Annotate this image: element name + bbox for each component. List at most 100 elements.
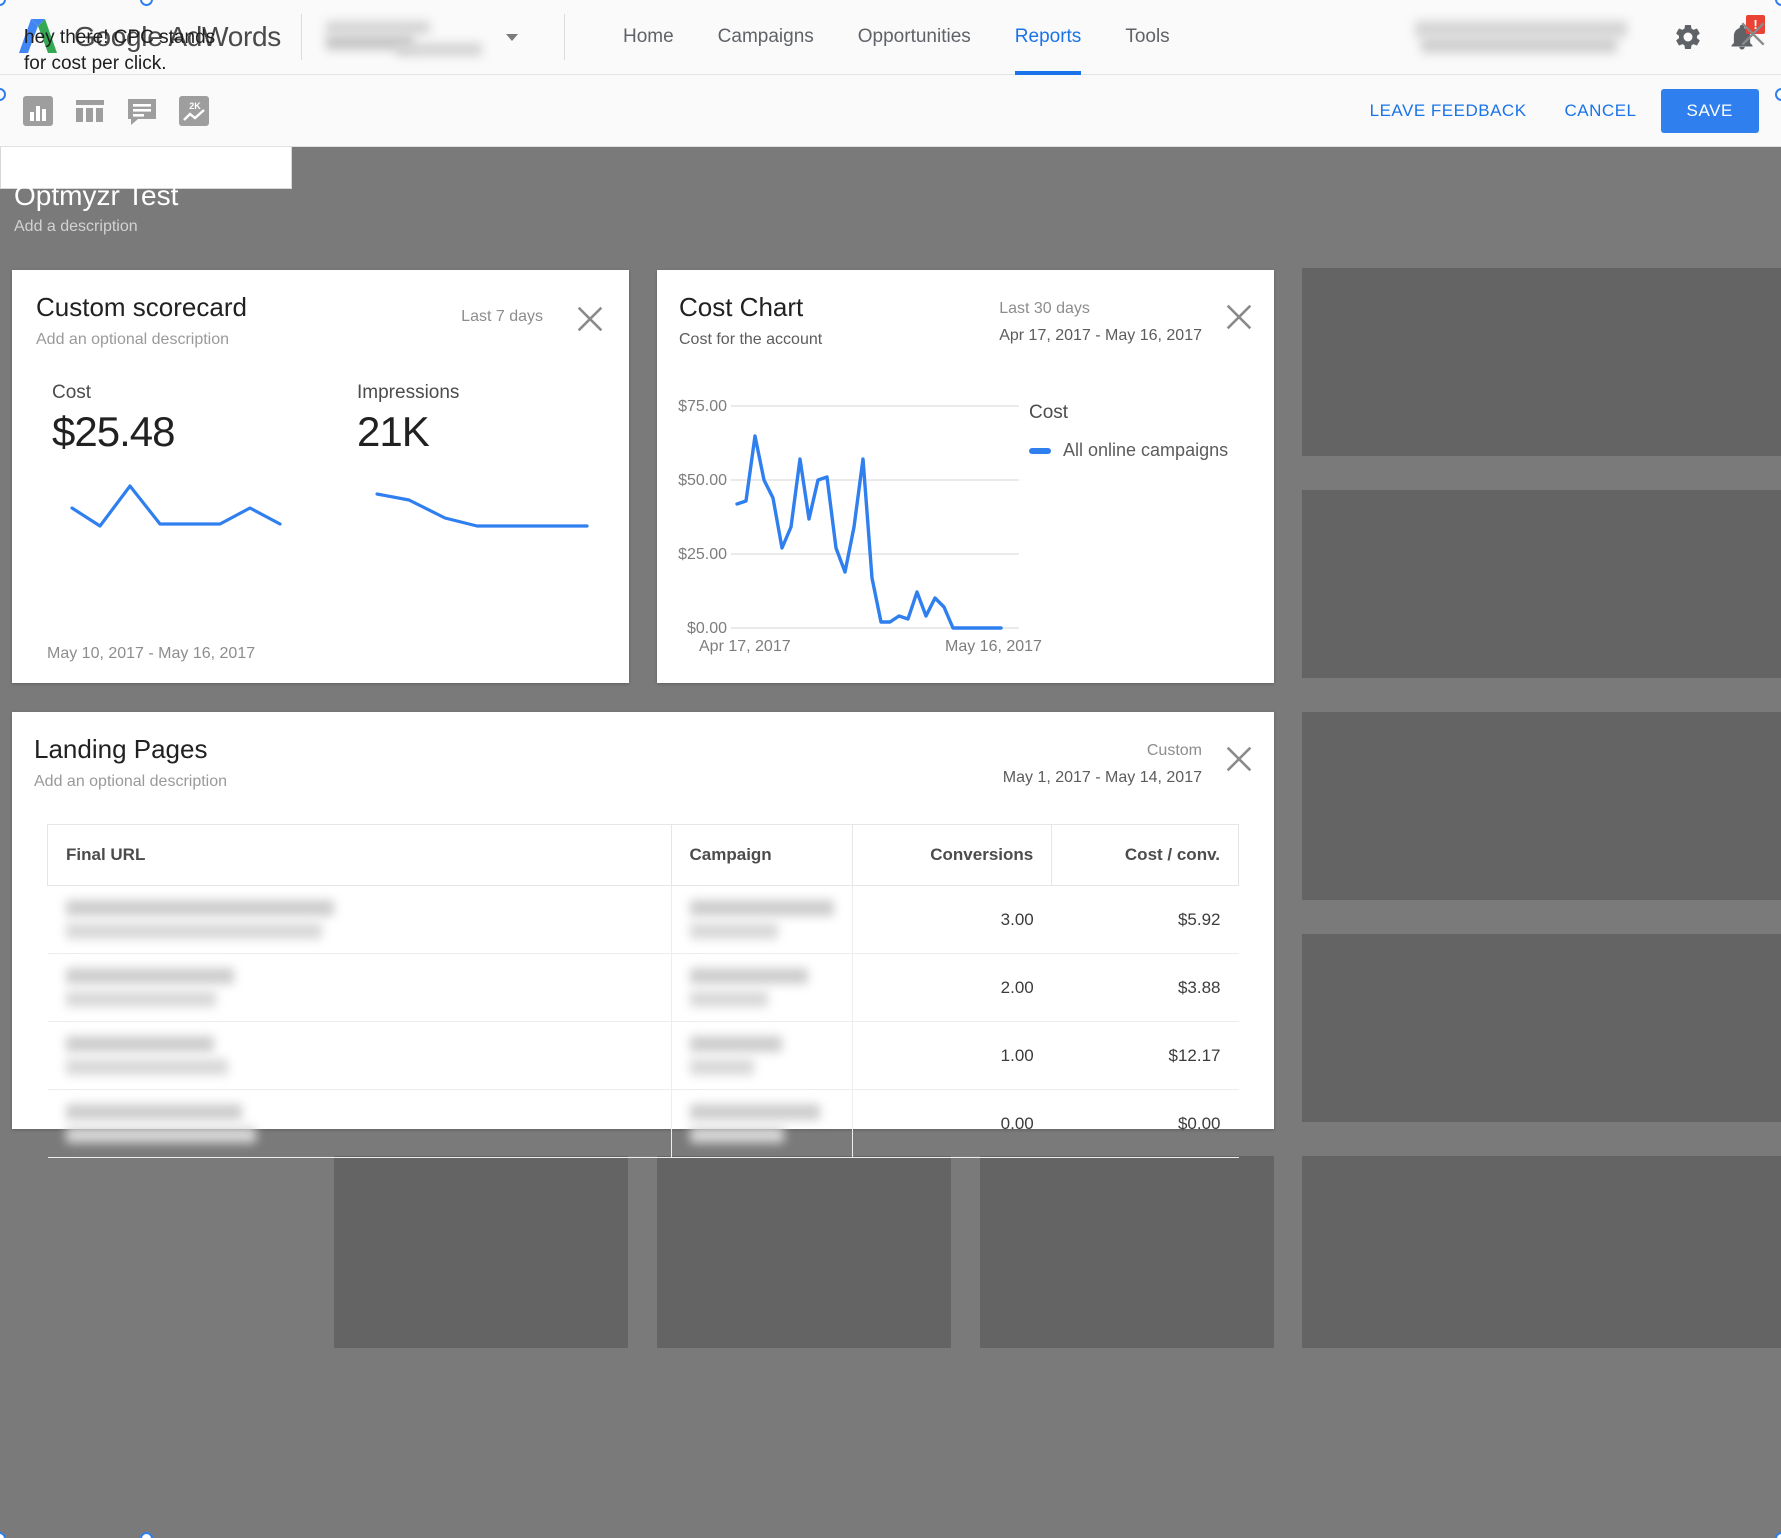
scorecard-date-range: May 10, 2017 - May 16, 2017 bbox=[47, 645, 256, 662]
cost-chart-subtitle[interactable]: Cost for the account bbox=[679, 331, 822, 349]
widget-placeholder bbox=[657, 1156, 951, 1348]
table-icon[interactable] bbox=[72, 93, 108, 129]
landing-pages-description-placeholder[interactable]: Add an optional description bbox=[34, 773, 227, 791]
close-icon[interactable] bbox=[1222, 742, 1256, 776]
nav-divider-2 bbox=[563, 14, 565, 60]
nav-link-opportunities[interactable]: Opportunities bbox=[836, 0, 993, 75]
y-axis-tick-25: $25.00 bbox=[678, 546, 727, 563]
column-header-cost-per-conv[interactable]: Cost / conv. bbox=[1051, 824, 1239, 886]
gear-icon bbox=[1676, 24, 1700, 50]
scorecard-metric-cost: Cost $25.48 bbox=[52, 382, 297, 551]
leave-feedback-button[interactable]: LEAVE FEEDBACK bbox=[1356, 91, 1541, 131]
cell-conversions: 3.00 bbox=[852, 885, 1052, 954]
close-icon[interactable] bbox=[573, 302, 607, 336]
cell-cost-per-conv: $3.88 bbox=[1051, 953, 1239, 1022]
user-account-redacted bbox=[1415, 17, 1633, 57]
legend-swatch-icon bbox=[1029, 447, 1051, 454]
cost-chart-widget[interactable]: Cost Chart Cost for the account Last 30 … bbox=[657, 270, 1274, 683]
close-icon[interactable] bbox=[1737, 18, 1769, 50]
report-header: Optmyzr Test Add a description bbox=[0, 148, 1781, 266]
table-row[interactable]: 1.00 $12.17 bbox=[47, 1021, 1239, 1090]
widget-palette: 2K bbox=[0, 93, 212, 129]
cell-conversions: 0.00 bbox=[852, 1089, 1052, 1158]
custom-scorecard-widget[interactable]: Custom scorecard Add an optional descrip… bbox=[12, 270, 629, 683]
report-title[interactable]: Optmyzr Test bbox=[14, 180, 178, 212]
landing-pages-range-dates: May 1, 2017 - May 14, 2017 bbox=[1002, 769, 1202, 786]
resize-handle-bottom-right[interactable] bbox=[1775, 1532, 1781, 1538]
widget-placeholder bbox=[1302, 1156, 1781, 1348]
nav-link-campaigns[interactable]: Campaigns bbox=[696, 0, 836, 75]
bar-chart-icon[interactable] bbox=[20, 93, 56, 129]
nav-divider-1 bbox=[300, 14, 302, 60]
table-row[interactable]: 0.00 $0.00 bbox=[47, 1089, 1239, 1158]
impressions-sparkline bbox=[375, 492, 589, 528]
y-axis-tick-75: $75.00 bbox=[678, 398, 727, 415]
column-header-conversions[interactable]: Conversions bbox=[851, 824, 1053, 886]
scorecard-range-label[interactable]: Last 7 days bbox=[461, 308, 543, 326]
landing-pages-range[interactable]: Custom May 1, 2017 - May 14, 2017 bbox=[1003, 742, 1202, 787]
close-icon[interactable] bbox=[1222, 300, 1256, 334]
cell-final-url bbox=[47, 885, 672, 954]
cell-conversions: 1.00 bbox=[852, 1021, 1052, 1090]
landing-pages-table: Final URL Campaign Conversions Cost / co… bbox=[47, 824, 1239, 1158]
cost-sparkline bbox=[70, 484, 282, 528]
cancel-button[interactable]: CANCEL bbox=[1551, 91, 1651, 131]
nav-link-tools[interactable]: Tools bbox=[1103, 0, 1191, 75]
report-description-placeholder[interactable]: Add a description bbox=[14, 218, 138, 236]
toolbar-actions: LEAVE FEEDBACK CANCEL SAVE bbox=[1356, 88, 1781, 133]
cell-campaign bbox=[670, 885, 853, 954]
widget-placeholder bbox=[980, 1156, 1274, 1348]
legend-item[interactable]: All online campaigns bbox=[1029, 440, 1228, 461]
scorecard-icon[interactable]: 2K bbox=[176, 93, 212, 129]
landing-pages-header: Landing Pages Add an optional descriptio… bbox=[34, 734, 227, 791]
nav-link-reports[interactable]: Reports bbox=[993, 0, 1104, 75]
landing-pages-widget[interactable]: Landing Pages Add an optional descriptio… bbox=[12, 712, 1274, 1158]
account-selector[interactable] bbox=[322, 17, 544, 57]
nav-right-group: ! bbox=[1415, 15, 1781, 58]
x-axis-tick-start: Apr 17, 2017 bbox=[699, 638, 791, 655]
cell-final-url bbox=[47, 1021, 672, 1090]
cell-campaign bbox=[670, 1021, 853, 1090]
cost-chart-header: Cost Chart Cost for the account bbox=[679, 292, 822, 349]
scorecard-title[interactable]: Custom scorecard bbox=[36, 292, 247, 323]
cost-chart-range[interactable]: Last 30 days Apr 17, 2017 - May 16, 2017 bbox=[999, 300, 1202, 345]
cost-chart-range-dates: Apr 17, 2017 - May 16, 2017 bbox=[999, 327, 1202, 344]
resize-handle-bottom-left[interactable] bbox=[0, 1532, 6, 1538]
table-header-row: Final URL Campaign Conversions Cost / co… bbox=[47, 824, 1239, 886]
chevron-down-icon[interactable] bbox=[505, 33, 518, 41]
scorecard-description-placeholder[interactable]: Add an optional description bbox=[36, 331, 247, 349]
legend-series-label: All online campaigns bbox=[1063, 440, 1229, 460]
cell-campaign bbox=[670, 953, 853, 1022]
resize-handle-middle-right[interactable] bbox=[1775, 88, 1781, 101]
cell-cost-per-conv: $12.17 bbox=[1051, 1021, 1239, 1090]
note-text[interactable]: hey there! CPC stands for cost per click… bbox=[24, 25, 224, 76]
cost-chart-legend: Cost All online campaigns bbox=[1029, 402, 1228, 461]
table-row[interactable]: 3.00 $5.92 bbox=[47, 885, 1239, 954]
svg-text:2K: 2K bbox=[189, 101, 201, 111]
cost-chart-title[interactable]: Cost Chart bbox=[679, 292, 822, 323]
scorecard-header: Custom scorecard Add an optional descrip… bbox=[36, 292, 247, 349]
widget-placeholder bbox=[1302, 268, 1781, 456]
landing-pages-title[interactable]: Landing Pages bbox=[34, 734, 227, 765]
metric-label: Impressions bbox=[357, 382, 460, 403]
account-name-redacted bbox=[322, 17, 492, 57]
save-button[interactable]: SAVE bbox=[1660, 88, 1759, 133]
widget-placeholder bbox=[1302, 490, 1781, 678]
y-axis-tick-0: $0.00 bbox=[686, 620, 727, 637]
landing-pages-range-label: Custom bbox=[1146, 742, 1202, 759]
resize-handle-bottom-center[interactable] bbox=[140, 1532, 153, 1538]
nav-link-home[interactable]: Home bbox=[601, 0, 696, 75]
cell-final-url bbox=[47, 953, 672, 1022]
settings-button[interactable] bbox=[1667, 16, 1709, 58]
column-header-final-url[interactable]: Final URL bbox=[47, 824, 672, 886]
table-row[interactable]: 2.00 $3.88 bbox=[47, 953, 1239, 1022]
top-navigation-bar: Google AdWords Home Campaigns Opportunit… bbox=[0, 0, 1781, 75]
note-icon[interactable] bbox=[124, 93, 160, 129]
primary-nav: Home Campaigns Opportunities Reports Too… bbox=[601, 0, 1192, 75]
cell-cost-per-conv: $0.00 bbox=[1051, 1089, 1239, 1158]
cost-chart-range-label: Last 30 days bbox=[999, 300, 1090, 317]
widget-placeholder bbox=[334, 1156, 628, 1348]
report-toolbar: 2K LEAVE FEEDBACK CANCEL SAVE bbox=[0, 75, 1781, 147]
y-axis-tick-50: $50.00 bbox=[678, 472, 727, 489]
column-header-campaign[interactable]: Campaign bbox=[670, 824, 853, 886]
